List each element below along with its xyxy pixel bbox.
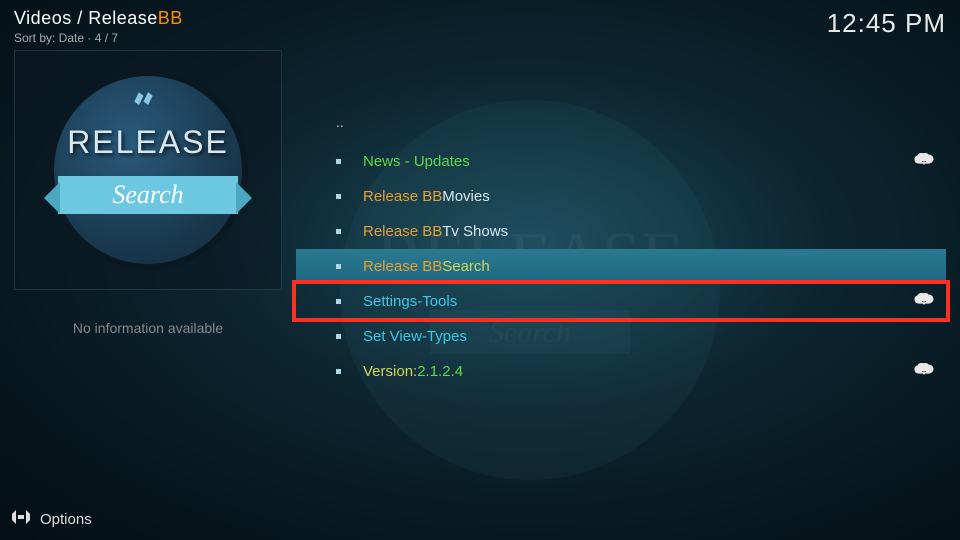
item-label: Settings-Tools bbox=[363, 293, 457, 310]
thumbnail-box: RELEASE Search bbox=[14, 50, 282, 290]
list-item[interactable]: Release BB Tv Shows bbox=[296, 214, 946, 249]
options-label[interactable]: Options bbox=[40, 511, 92, 528]
bullet-icon bbox=[336, 194, 341, 199]
bullet-icon bbox=[336, 334, 341, 339]
list-item[interactable]: Release BB Movies bbox=[296, 179, 946, 214]
header: Videos / ReleaseBB Sort by: Date · 4 / 7… bbox=[14, 8, 946, 45]
item-label: Tv Shows bbox=[442, 223, 508, 240]
download-cloud-icon bbox=[914, 293, 934, 311]
item-label: News - Updates bbox=[363, 153, 470, 170]
sort-info: Sort by: Date · 4 / 7 bbox=[14, 31, 183, 45]
bullet-icon bbox=[336, 229, 341, 234]
item-label: Search bbox=[442, 258, 490, 275]
parent-directory[interactable]: .. bbox=[296, 108, 946, 144]
options-icon[interactable] bbox=[12, 508, 30, 530]
download-cloud-icon bbox=[914, 153, 934, 171]
bullet-icon bbox=[336, 369, 341, 374]
list-item[interactable]: Version: 2.1.2.4 bbox=[296, 354, 946, 389]
item-label: Set View-Types bbox=[363, 328, 467, 345]
download-cloud-icon bbox=[914, 363, 934, 381]
logo-ribbon: Search bbox=[58, 176, 238, 214]
list-item[interactable]: Set View-Types bbox=[296, 319, 946, 354]
footer: Options bbox=[12, 508, 92, 530]
list-item[interactable]: News - Updates bbox=[296, 144, 946, 179]
item-prefix: Release BB bbox=[363, 223, 442, 240]
breadcrumb-accent: BB bbox=[158, 8, 183, 28]
clock: 12:45 PM bbox=[827, 8, 946, 39]
list-item[interactable]: Release BB Search bbox=[296, 249, 946, 284]
logo-title: RELEASE bbox=[67, 124, 229, 161]
item-label: 2.1.2.4 bbox=[417, 363, 463, 380]
item-prefix: Version: bbox=[363, 363, 417, 380]
no-information-label: No information available bbox=[14, 320, 282, 336]
bullet-icon bbox=[336, 264, 341, 269]
item-prefix: Release BB bbox=[363, 258, 442, 275]
bullet-icon bbox=[336, 159, 341, 164]
breadcrumb-path: Videos / Release bbox=[14, 8, 158, 28]
item-label: Movies bbox=[442, 188, 490, 205]
bullet-icon bbox=[336, 299, 341, 304]
main-list: .. News - UpdatesRelease BB MoviesReleas… bbox=[296, 108, 946, 389]
list-item[interactable]: Settings-Tools bbox=[296, 284, 946, 319]
breadcrumb: Videos / ReleaseBB bbox=[14, 8, 183, 29]
sidebar: RELEASE Search No information available bbox=[14, 50, 282, 336]
item-prefix: Release BB bbox=[363, 188, 442, 205]
addon-logo: RELEASE Search bbox=[48, 70, 248, 270]
logo-subtitle: Search bbox=[112, 180, 183, 210]
